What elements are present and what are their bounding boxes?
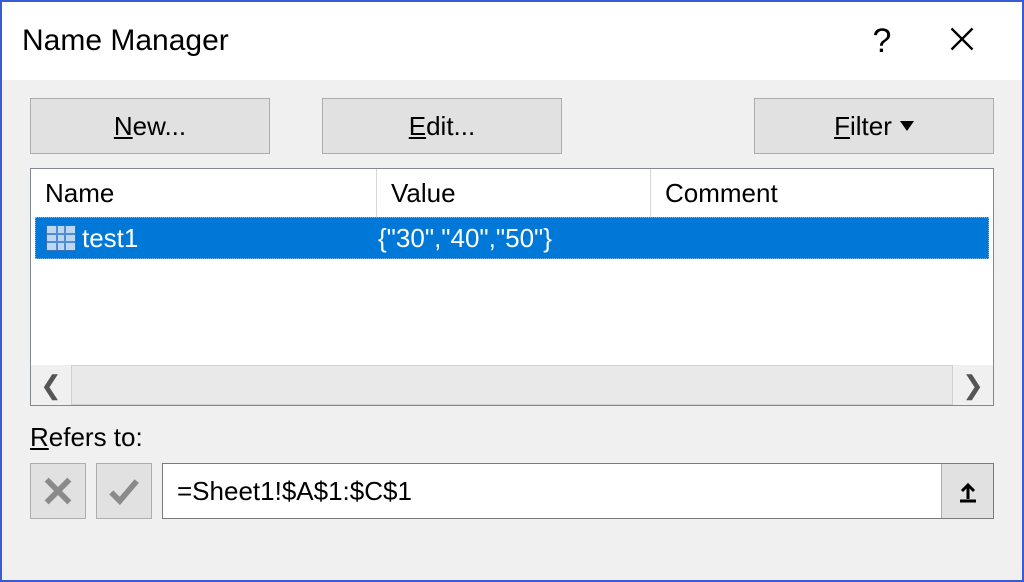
scroll-right-button[interactable]: ❯: [953, 365, 993, 405]
cancel-edit-button[interactable]: [30, 463, 86, 519]
commit-edit-button[interactable]: [96, 463, 152, 519]
x-icon: [41, 474, 75, 508]
refers-to-label: Refers to:: [30, 422, 994, 453]
collapse-dialog-button[interactable]: [941, 464, 993, 518]
close-icon: [948, 25, 976, 53]
refers-to-input[interactable]: [163, 464, 941, 518]
toolbar: New... Edit... Filter: [2, 80, 1022, 168]
scroll-track[interactable]: [71, 365, 953, 405]
row-name: test1: [82, 223, 138, 254]
horizontal-scrollbar[interactable]: ❮ ❯: [31, 365, 993, 405]
scroll-left-button[interactable]: ❮: [31, 365, 71, 405]
list-header: Name Value Comment: [31, 169, 993, 217]
edit-button[interactable]: Edit...: [322, 98, 562, 154]
column-header-value[interactable]: Value: [377, 169, 651, 217]
new-button[interactable]: New...: [30, 98, 270, 154]
named-range-icon: [46, 225, 76, 251]
column-header-comment[interactable]: Comment: [651, 169, 993, 217]
refers-to-field: [162, 463, 994, 519]
help-button[interactable]: ?: [842, 22, 922, 61]
chevron-right-icon: ❯: [962, 372, 984, 398]
row-value: {"30","40","50"}: [378, 223, 652, 254]
refers-to-section: Refers to:: [2, 406, 1022, 519]
names-list: Name Value Comment test1 {"30","40","50"…: [30, 168, 994, 406]
chevron-left-icon: ❮: [40, 372, 62, 398]
close-button[interactable]: [922, 25, 1002, 58]
filter-button[interactable]: Filter: [754, 98, 994, 154]
collapse-icon: [956, 479, 980, 503]
column-header-name[interactable]: Name: [31, 169, 377, 217]
check-icon: [107, 474, 141, 508]
titlebar: Name Manager ?: [2, 2, 1022, 80]
chevron-down-icon: [900, 121, 914, 131]
name-manager-dialog: Name Manager ? New... Edit... Filter Nam…: [0, 0, 1024, 582]
list-row[interactable]: test1 {"30","40","50"}: [35, 217, 989, 259]
dialog-title: Name Manager: [22, 24, 229, 58]
